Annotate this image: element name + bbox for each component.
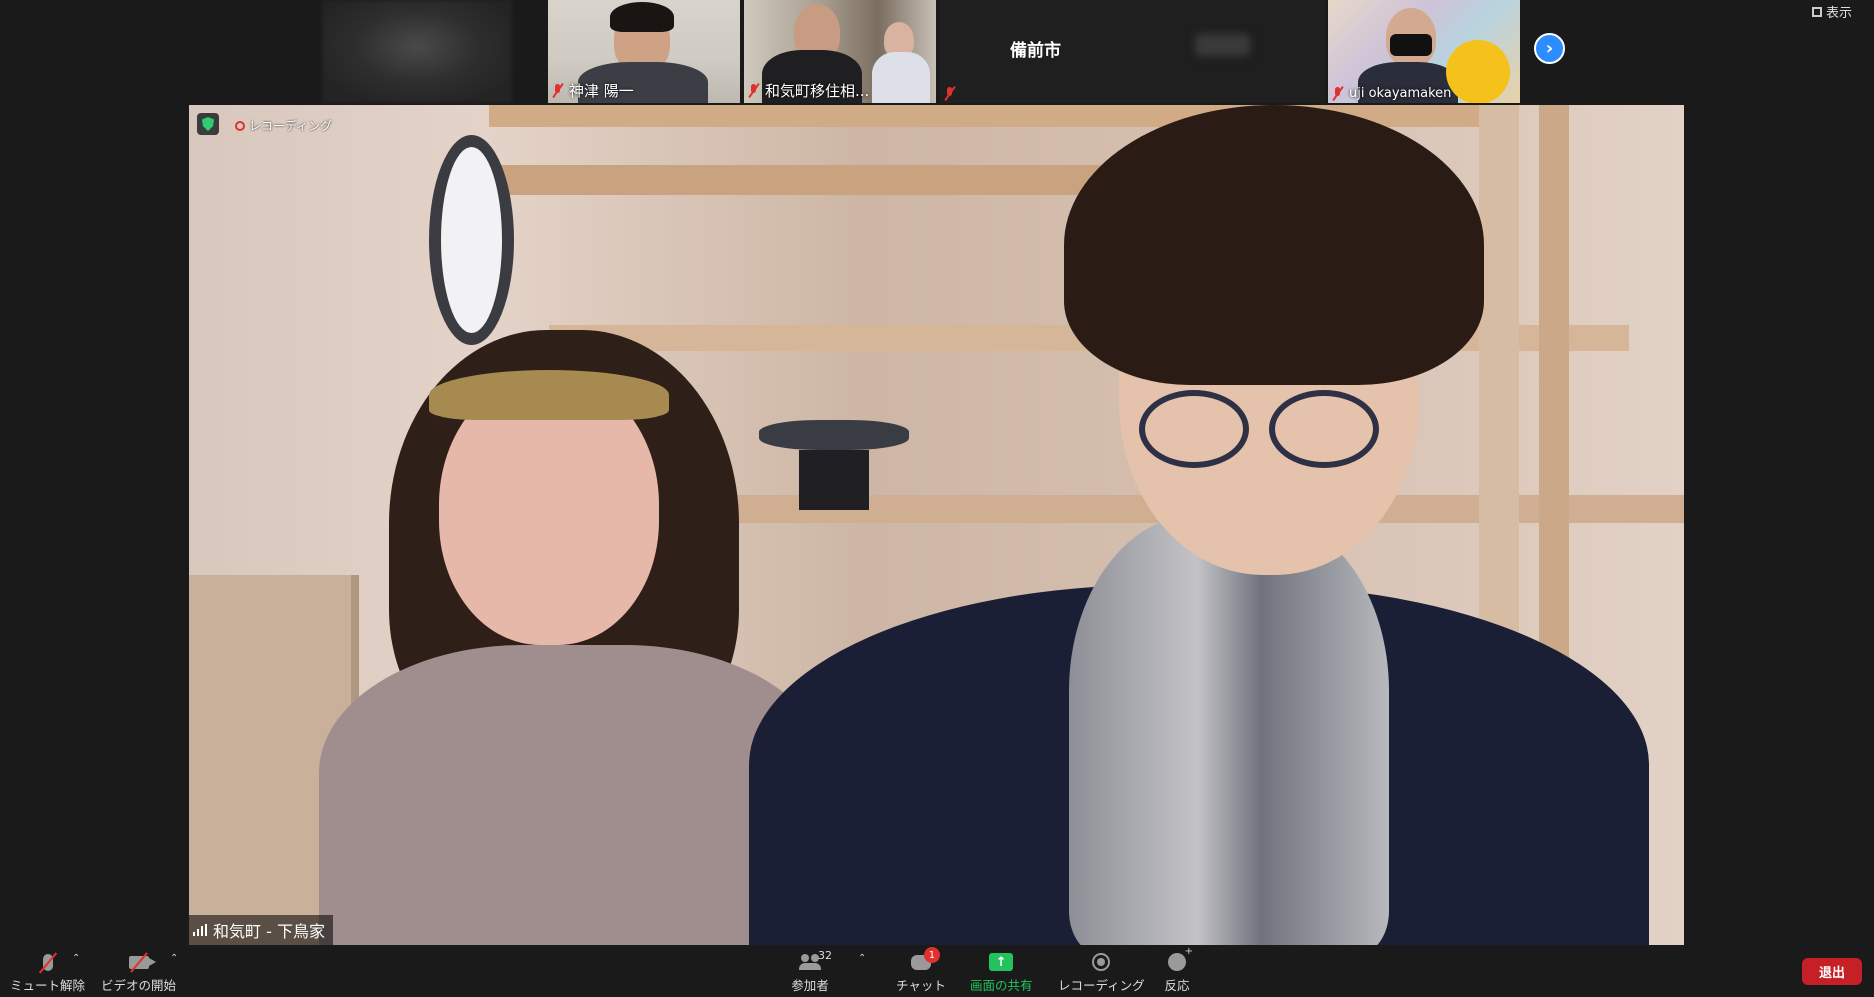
meeting-toolbar: ミュート解除 ⌃ ビデオの開始 ⌃ 32 参加者 ⌃ 1 チャット ↑ 画面の共… — [0, 945, 1874, 997]
participants-button[interactable]: 32 参加者 — [788, 949, 832, 994]
participant-name-tag: 和気町移住相... — [748, 80, 869, 101]
glasses-right-lens — [1269, 390, 1379, 468]
participant-name-tag — [944, 87, 961, 101]
chat-unread-badge: 1 — [923, 947, 940, 963]
participant-name-tag: uji okayamaken — [1332, 86, 1451, 101]
gallery-strip: 神津 陽一 和気町移住相... 備前市 uji okayamaken › 表示 — [0, 0, 1874, 103]
view-toggle-button[interactable]: 表示 — [1812, 2, 1852, 21]
speaker-name: 和気町 - 下鳥家 — [213, 922, 325, 941]
blurred-overlay — [1195, 34, 1250, 56]
speaker-name-tag: 和気町 - 下鳥家 — [189, 915, 333, 945]
man-hair — [1064, 105, 1484, 385]
share-screen-label: 画面の共有 — [970, 978, 1033, 993]
participant-tile-blurred[interactable] — [322, 0, 512, 103]
mic-muted-icon — [552, 83, 563, 98]
video-options-chevron-up-icon[interactable]: ⌃ — [170, 953, 178, 964]
drone — [759, 420, 909, 450]
participant-name: 和気町移住相... — [765, 82, 870, 100]
start-video-button[interactable]: ビデオの開始 — [101, 949, 176, 994]
participants-options-chevron-up-icon[interactable]: ⌃ — [858, 953, 866, 964]
shield-icon — [202, 117, 214, 131]
participant-name: 神津 陽一 — [569, 82, 634, 100]
smiley-reaction-icon — [1168, 946, 1193, 971]
unmute-label: ミュート解除 — [10, 978, 86, 993]
security-badge[interactable] — [197, 113, 219, 135]
recording-label: レコーディング — [249, 119, 333, 133]
start-video-label: ビデオの開始 — [101, 978, 177, 993]
main-video: レコーディング 和気町 - 下鳥家 — [189, 105, 1684, 945]
microphone-muted-icon — [42, 953, 53, 971]
signal-strength-icon — [193, 924, 207, 936]
participants-label: 参加者 — [791, 978, 829, 993]
participant-tile-3[interactable]: 備前市 — [940, 0, 1325, 103]
view-label: 表示 — [1826, 6, 1853, 21]
record-label: レコーディング — [1058, 978, 1145, 993]
participant-tile-1[interactable]: 神津 陽一 — [548, 0, 740, 103]
man-scarf — [1069, 515, 1389, 945]
audio-options-chevron-up-icon[interactable]: ⌃ — [72, 953, 80, 964]
participants-count: 32 — [818, 949, 832, 962]
face-mask — [1390, 34, 1432, 56]
reactions-button[interactable]: 反応 — [1160, 946, 1194, 994]
record-button[interactable]: レコーディング — [1058, 949, 1145, 994]
participant-name: uji okayamaken — [1349, 86, 1452, 101]
participant-hair — [610, 2, 674, 32]
mascot-character — [1446, 40, 1510, 103]
participant-body — [872, 52, 930, 103]
leave-meeting-button[interactable]: 退出 — [1802, 958, 1862, 985]
participant-tile-4[interactable]: uji okayamaken — [1328, 0, 1520, 103]
video-camera-off-icon — [128, 955, 156, 969]
record-dot-icon — [235, 120, 245, 131]
grid-view-icon — [1812, 6, 1822, 17]
chat-label: チャット — [896, 978, 946, 993]
participant-tile-2[interactable]: 和気町移住相... — [744, 0, 936, 103]
mic-muted-icon — [1332, 86, 1343, 101]
chat-button[interactable]: 1 チャット — [896, 947, 946, 994]
reactions-label: 反応 — [1164, 978, 1190, 993]
next-page-button[interactable]: › — [1534, 33, 1565, 64]
woman-headband — [429, 370, 669, 420]
round-window — [429, 135, 514, 345]
participant-name-tag: 神津 陽一 — [552, 80, 634, 101]
drone-stand — [799, 450, 869, 510]
chevron-right-icon: › — [1545, 38, 1554, 59]
mic-muted-icon — [748, 83, 759, 98]
mic-muted-icon — [944, 87, 955, 101]
participant-display-label: 備前市 — [1010, 41, 1061, 61]
recording-indicator[interactable]: レコーディング — [235, 117, 332, 134]
share-screen-arrow-up-icon: ↑ — [989, 953, 1014, 971]
glasses-left-lens — [1139, 390, 1249, 468]
share-screen-button[interactable]: ↑ 画面の共有 — [970, 949, 1033, 994]
record-icon — [1092, 953, 1111, 971]
